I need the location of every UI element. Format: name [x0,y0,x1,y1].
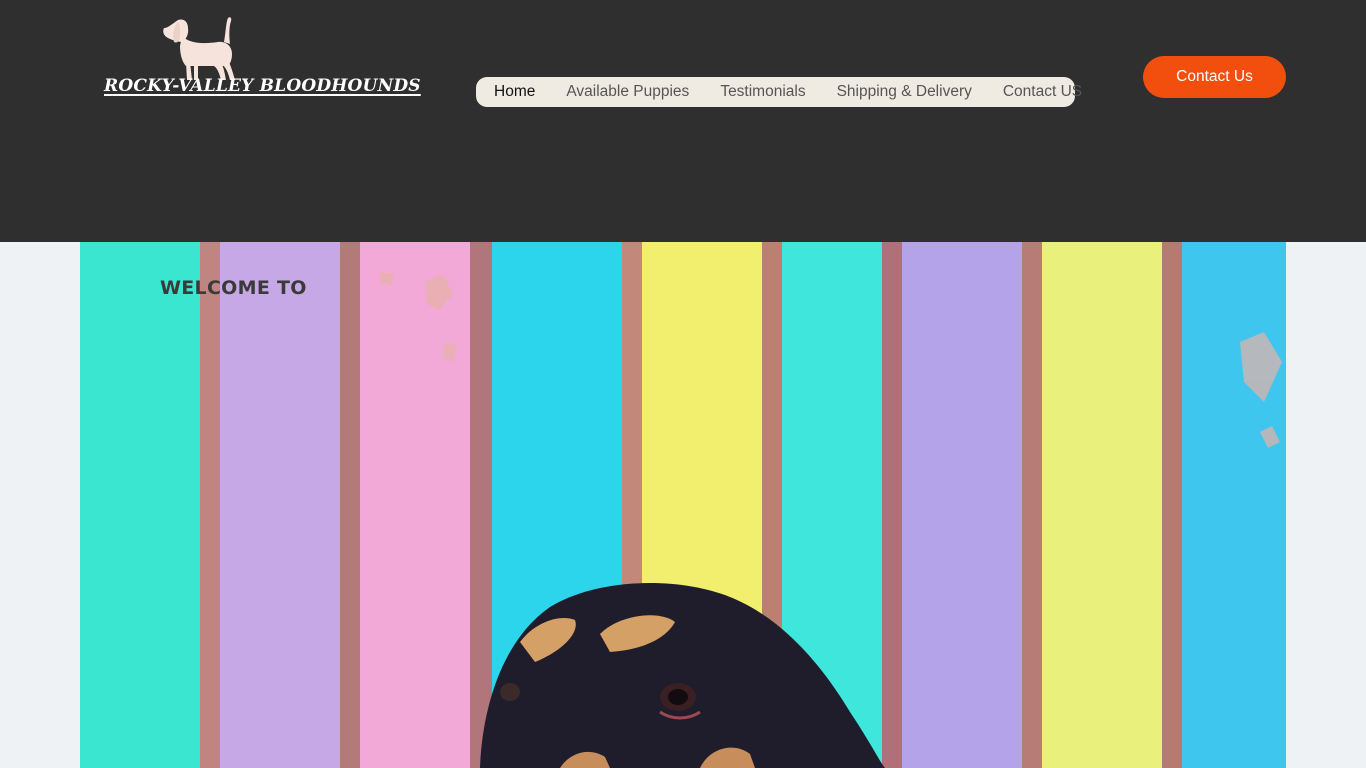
hero-photo-illustration [80,242,1286,768]
nav-item-contact-us[interactable]: Contact US [1003,83,1082,101]
hero-heading: WELCOME TO [160,277,307,299]
main-nav: Home Available Puppies Testimonials Ship… [476,77,1082,107]
site-header: ROCKY-VALLEY BLOODHOUNDS Home Available … [0,0,1366,242]
nav-item-testimonials[interactable]: Testimonials [720,83,805,101]
dog-silhouette-icon [163,17,235,80]
logo-text: ROCKY-VALLEY BLOODHOUNDS [104,76,421,96]
site-logo[interactable]: ROCKY-VALLEY BLOODHOUNDS [100,14,421,104]
nav-item-shipping-delivery[interactable]: Shipping & Delivery [837,83,972,101]
hero-image [80,242,1286,768]
contact-us-button[interactable]: Contact Us [1143,56,1286,98]
nav-item-available-puppies[interactable]: Available Puppies [566,83,689,101]
nav-item-home[interactable]: Home [494,83,535,101]
